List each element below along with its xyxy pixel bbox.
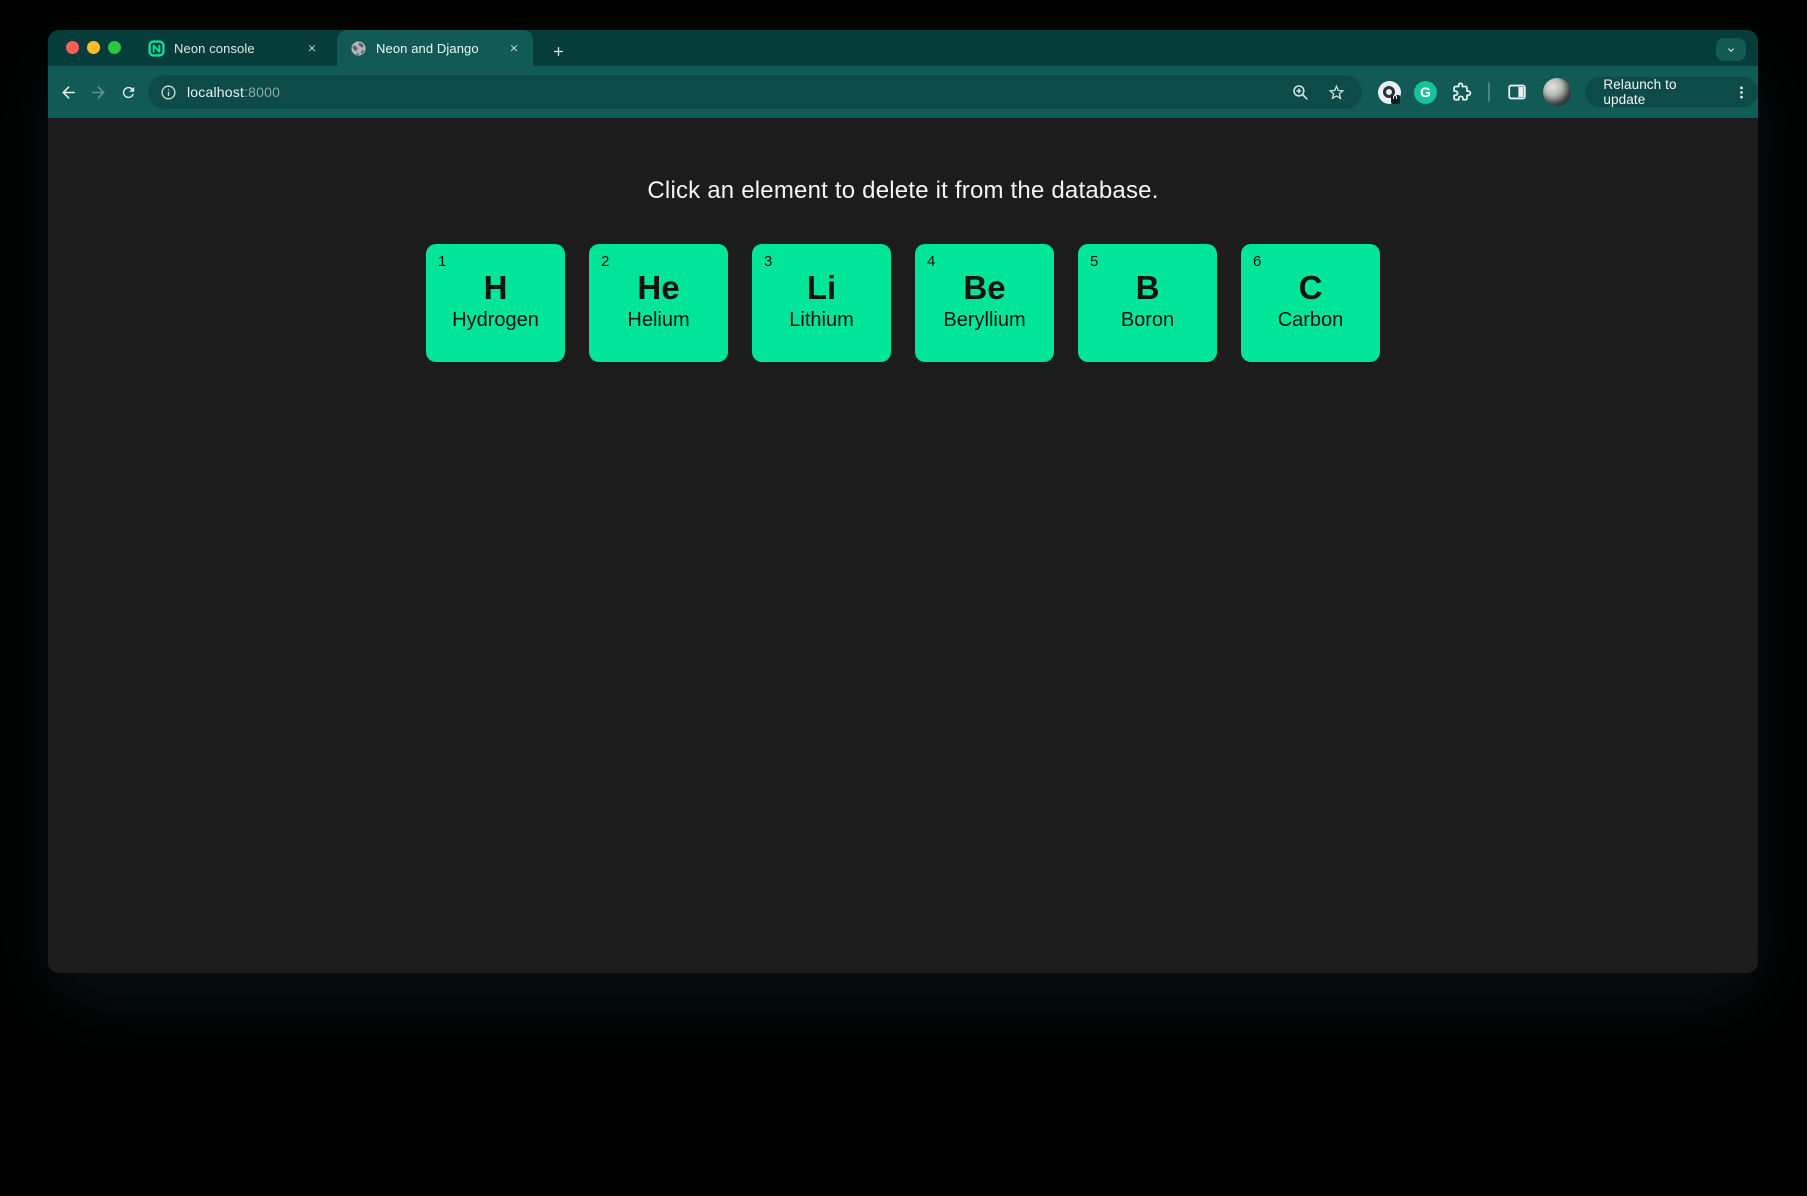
tab-title: Neon and Django	[376, 41, 505, 56]
url-bar[interactable]: localhost:8000	[148, 75, 1362, 109]
toolbar-separator	[1488, 82, 1490, 102]
side-panel-icon[interactable]	[1505, 80, 1529, 104]
back-arrow-icon	[59, 83, 78, 102]
neon-logo-icon	[148, 40, 165, 57]
forward-arrow-icon	[89, 83, 108, 102]
close-window-button[interactable]	[66, 41, 79, 54]
element-symbol: He	[589, 270, 728, 306]
element-symbol: Li	[752, 270, 891, 306]
element-number: 3	[764, 253, 772, 270]
element-number: 5	[1090, 253, 1098, 270]
element-name: Hydrogen	[426, 309, 565, 332]
tab-strip: Neon console Neon and Django	[48, 30, 1758, 66]
element-name: Boron	[1078, 309, 1217, 332]
tab-neon-and-django[interactable]: Neon and Django	[337, 30, 533, 66]
relaunch-to-update-button[interactable]: Relaunch to update	[1585, 77, 1758, 107]
element-number: 4	[927, 253, 935, 270]
zoom-level-icon[interactable]	[1291, 83, 1310, 102]
element-number: 6	[1253, 253, 1261, 270]
forward-button[interactable]	[83, 77, 113, 107]
password-manager-extension-icon[interactable]	[1377, 80, 1401, 104]
web-page-content: Click an element to delete it from the d…	[48, 118, 1758, 973]
element-name: Carbon	[1241, 309, 1380, 332]
grammarly-extension-icon[interactable]: G	[1413, 80, 1437, 104]
element-symbol: B	[1078, 270, 1217, 306]
element-name: Beryllium	[915, 309, 1054, 332]
minimize-window-button[interactable]	[87, 41, 100, 54]
zoom-window-button[interactable]	[108, 41, 121, 54]
tab-title: Neon console	[174, 41, 303, 56]
page-title: Click an element to delete it from the d…	[48, 174, 1758, 208]
element-name: Helium	[589, 309, 728, 332]
url-port: :8000	[244, 84, 280, 100]
element-symbol: C	[1241, 270, 1380, 306]
element-number: 2	[601, 253, 609, 270]
browser-toolbar: localhost:8000 G	[48, 66, 1758, 118]
element-card[interactable]: 3 Li Lithium	[752, 244, 891, 362]
new-tab-button[interactable]	[545, 38, 571, 64]
browser-menu-icon[interactable]	[1732, 83, 1750, 101]
url-text[interactable]: localhost:8000	[187, 84, 1291, 100]
chevron-down-icon	[1725, 44, 1737, 56]
element-symbol: H	[426, 270, 565, 306]
globe-icon	[350, 40, 367, 57]
plus-icon	[551, 44, 566, 59]
element-name: Lithium	[752, 309, 891, 332]
element-number: 1	[438, 253, 446, 270]
traffic-lights	[66, 41, 121, 54]
profile-avatar[interactable]	[1543, 78, 1571, 106]
extensions-puzzle-icon[interactable]	[1449, 80, 1473, 104]
tab-search-button[interactable]	[1716, 38, 1746, 61]
element-card-row: 1 H Hydrogen 2 He Helium 3 Li Lithium 4 …	[48, 244, 1758, 362]
element-card[interactable]: 6 C Carbon	[1241, 244, 1380, 362]
relaunch-label: Relaunch to update	[1603, 77, 1722, 107]
site-info-icon[interactable]	[160, 84, 177, 101]
element-card[interactable]: 1 H Hydrogen	[426, 244, 565, 362]
url-host: localhost	[187, 84, 244, 100]
element-card[interactable]: 4 Be Beryllium	[915, 244, 1054, 362]
tab-neon-console[interactable]: Neon console	[135, 30, 331, 66]
extensions-area: G	[1377, 78, 1571, 106]
element-symbol: Be	[915, 270, 1054, 306]
bookmark-star-icon[interactable]	[1327, 83, 1346, 102]
grammarly-letter: G	[1414, 81, 1437, 104]
tab-close-icon[interactable]	[505, 39, 523, 57]
element-card[interactable]: 2 He Helium	[589, 244, 728, 362]
reload-button[interactable]	[113, 77, 143, 107]
reload-icon	[120, 84, 137, 101]
browser-window: Neon console Neon and Django	[48, 30, 1758, 973]
tab-close-icon[interactable]	[303, 39, 321, 57]
back-button[interactable]	[53, 77, 83, 107]
element-card[interactable]: 5 B Boron	[1078, 244, 1217, 362]
